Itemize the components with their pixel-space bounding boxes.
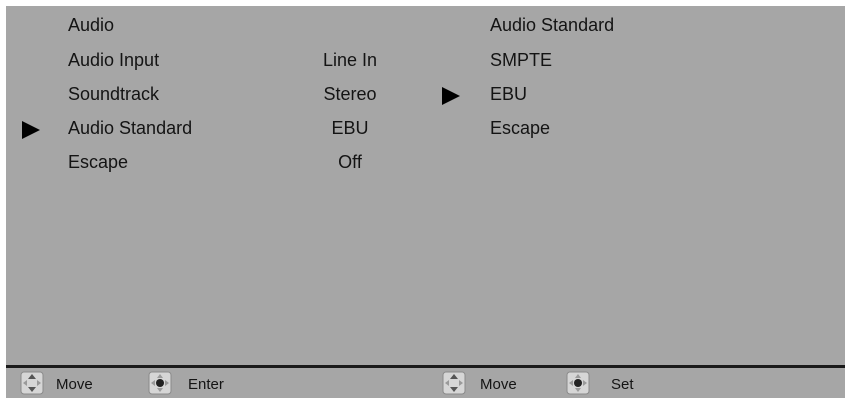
submenu-item-label: Escape xyxy=(490,118,551,138)
menu-item-value: Stereo xyxy=(323,84,377,104)
submenu-title: Audio Standard xyxy=(490,15,615,35)
selection-pointer-icon xyxy=(442,87,460,105)
menu-item-value: Off xyxy=(338,152,362,172)
selection-pointer-icon xyxy=(22,121,40,139)
audio-menu-panel: Audio Audio Input Line In Soundtrack Ste… xyxy=(6,6,430,398)
menu-item-label: Audio Input xyxy=(68,50,160,70)
submenu-item-ebu[interactable]: EBU xyxy=(428,80,845,112)
hint-bar: Move Enter xyxy=(6,365,430,398)
dpad-center-icon xyxy=(566,371,590,395)
menu-item-soundtrack[interactable]: Soundtrack Stereo xyxy=(6,80,430,112)
hint-enter-label: Enter xyxy=(188,376,224,393)
menu-item-label: Soundtrack xyxy=(68,84,160,104)
hint-move-label: Move xyxy=(480,376,517,393)
submenu-item-label: SMPTE xyxy=(490,50,553,70)
menu-item-label: Audio Standard xyxy=(68,118,193,138)
audio-standard-submenu-panel: Audio Standard SMPTE EBU Escape Move Set xyxy=(428,6,845,398)
menu-item-escape[interactable]: Escape Off xyxy=(6,148,430,180)
dpad-center-icon xyxy=(148,371,172,395)
submenu-item-smpte[interactable]: SMPTE xyxy=(428,46,845,78)
menu-item-value: EBU xyxy=(331,118,369,138)
submenu-item-escape[interactable]: Escape xyxy=(428,114,845,146)
hint-move-label: Move xyxy=(56,376,93,393)
menu-item-audio-standard[interactable]: Audio Standard EBU xyxy=(6,114,430,146)
menu-title: Audio xyxy=(68,15,115,35)
menu-item-audio-input[interactable]: Audio Input Line In xyxy=(6,46,430,78)
hint-set-label: Set xyxy=(611,376,634,393)
menu-item-label: Escape xyxy=(68,152,129,172)
hint-bar: Move Set xyxy=(428,365,845,398)
dpad-updown-icon xyxy=(20,371,44,395)
dpad-updown-icon xyxy=(442,371,466,395)
submenu-item-label: EBU xyxy=(490,84,528,104)
menu-item-value: Line In xyxy=(322,50,378,70)
